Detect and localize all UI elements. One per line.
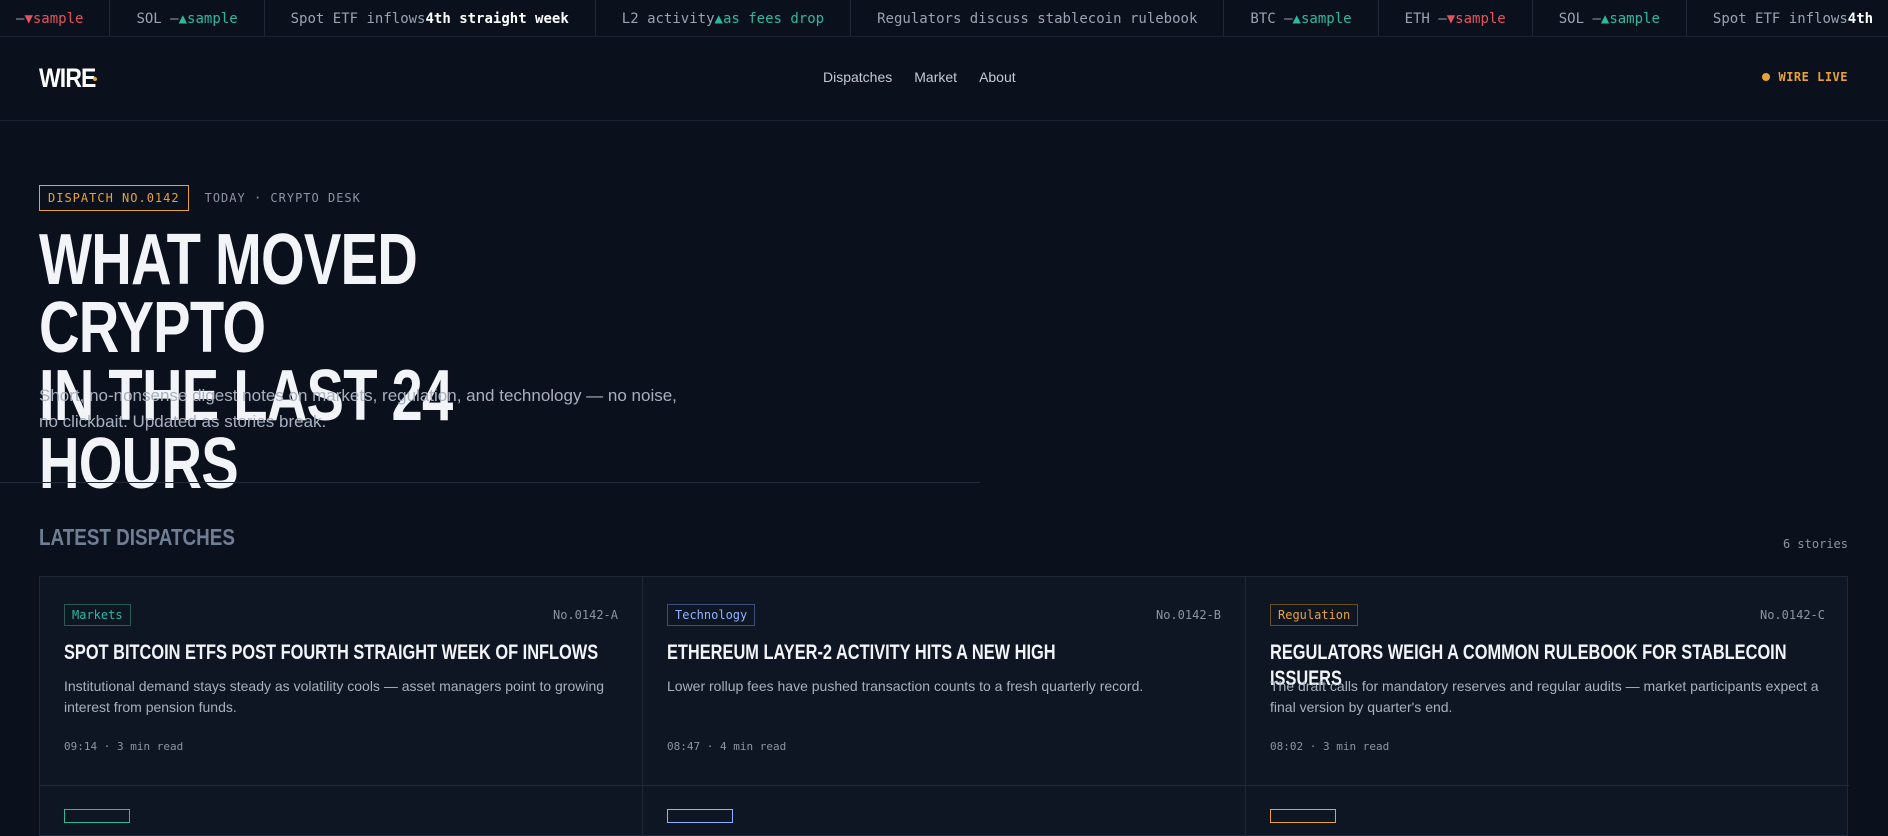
nav-dispatches[interactable]: Dispatches — [823, 69, 892, 85]
category-tag[interactable] — [64, 809, 130, 823]
dispatch-number: No.0142-C — [1759, 608, 1825, 622]
dispatch-summary: Lower rollup fees have pushed transactio… — [667, 678, 1144, 694]
news-ticker: — ▼ sample SOL — ▲ sample Spot ETF inflo… — [0, 0, 1888, 37]
logo-dot-icon — [93, 77, 97, 81]
dispatch-grid: Markets No.0142-A SPOT BITCOIN ETFS POST… — [39, 576, 1849, 836]
ticker-item[interactable]: L2 activity ▲ as fees drop — [596, 0, 852, 36]
up-arrow-icon: ▲ — [1292, 10, 1301, 27]
ticker-item[interactable]: SOL — ▲ sample — [110, 0, 265, 36]
dispatch-card[interactable] — [643, 786, 1246, 836]
divider — [0, 482, 980, 483]
ticker-item[interactable]: — ▼ sample — [0, 0, 111, 36]
category-tag[interactable]: Markets — [64, 604, 131, 626]
ticker-item[interactable]: Regulators discuss stablecoin rulebook — [851, 0, 1225, 36]
ticker-item[interactable]: BTC — ▲ sample — [1224, 0, 1379, 36]
ticker-item[interactable]: Spot ETF inflows 4th straight week — [265, 0, 596, 36]
ticker-item[interactable]: ETH — ▼ sample — [1379, 0, 1533, 36]
up-arrow-icon: ▲ — [1600, 10, 1610, 27]
dispatch-title[interactable]: ETHEREUM LAYER-2 ACTIVITY HITS A NEW HIG… — [667, 640, 1213, 666]
dispatch-number: No.0142-A — [552, 608, 618, 622]
section-title: LATEST DISPATCHES — [39, 524, 235, 550]
ticker-track: — ▼ sample SOL — ▲ sample Spot ETF inflo… — [0, 0, 1888, 36]
dispatch-card[interactable]: Regulation No.0142-C REGULATORS WEIGH A … — [1246, 577, 1849, 786]
hero-meta: DISPATCH NO.0142 TODAY · CRYPTO DESK — [39, 185, 361, 211]
live-dot-icon — [1762, 73, 1771, 81]
story-count: 6 stories — [1782, 537, 1848, 551]
dispatch-number: No.0142-B — [1155, 608, 1221, 622]
hero-description: Short, no-nonsense digest notes on marke… — [39, 386, 677, 431]
main-nav: Dispatches Market About — [823, 69, 1016, 85]
dispatch-meta: 08:47 · 4 min read — [667, 740, 787, 753]
dispatch-card[interactable]: Markets No.0142-A SPOT BITCOIN ETFS POST… — [40, 577, 643, 786]
dispatch-summary: Institutional demand stays steady as vol… — [64, 678, 605, 715]
nav-market[interactable]: Market — [914, 69, 957, 85]
dispatch-card[interactable] — [40, 786, 643, 836]
category-tag[interactable] — [667, 809, 733, 823]
dispatch-summary: The draft calls for mandatory reserves a… — [1270, 678, 1819, 715]
up-arrow-icon: ▲ — [178, 10, 188, 27]
dispatch-card[interactable]: Technology No.0142-B ETHEREUM LAYER-2 AC… — [643, 577, 1246, 786]
dispatch-meta: 08:02 · 3 min read — [1270, 740, 1390, 753]
category-tag[interactable] — [1270, 809, 1336, 823]
dispatch-title[interactable]: SPOT BITCOIN ETFS POST FOURTH STRAIGHT W… — [64, 640, 610, 666]
ticker-item[interactable]: SOL — ▲ sample — [1533, 0, 1687, 36]
category-tag[interactable]: Technology — [667, 604, 756, 626]
page-title: WHAT MOVED CRYPTO IN THE LAST 24 HOURS — [39, 220, 647, 500]
nav-about[interactable]: About — [979, 69, 1016, 85]
up-arrow-icon: ▲ — [714, 10, 723, 27]
site-header: WIRE Dispatches Market About WIRE LIVE — [0, 37, 1888, 121]
live-indicator[interactable]: WIRE LIVE — [1762, 70, 1848, 84]
page-title-line-1: WHAT MOVED CRYPTO — [39, 220, 418, 368]
hero-date: TODAY · CRYPTO DESK — [204, 191, 361, 205]
down-arrow-icon: ▼ — [1446, 10, 1456, 27]
site-logo[interactable]: WIRE — [39, 63, 96, 94]
live-label: WIRE LIVE — [1778, 70, 1848, 84]
dispatch-meta: 09:14 · 3 min read — [64, 740, 184, 753]
ticker-item[interactable]: Spot ETF inflows 4th — [1687, 0, 1888, 36]
dispatch-badge: DISPATCH NO.0142 — [39, 185, 189, 211]
down-arrow-icon: ▼ — [24, 10, 33, 27]
category-tag[interactable]: Regulation — [1270, 604, 1359, 626]
dispatch-card[interactable] — [1246, 786, 1849, 836]
